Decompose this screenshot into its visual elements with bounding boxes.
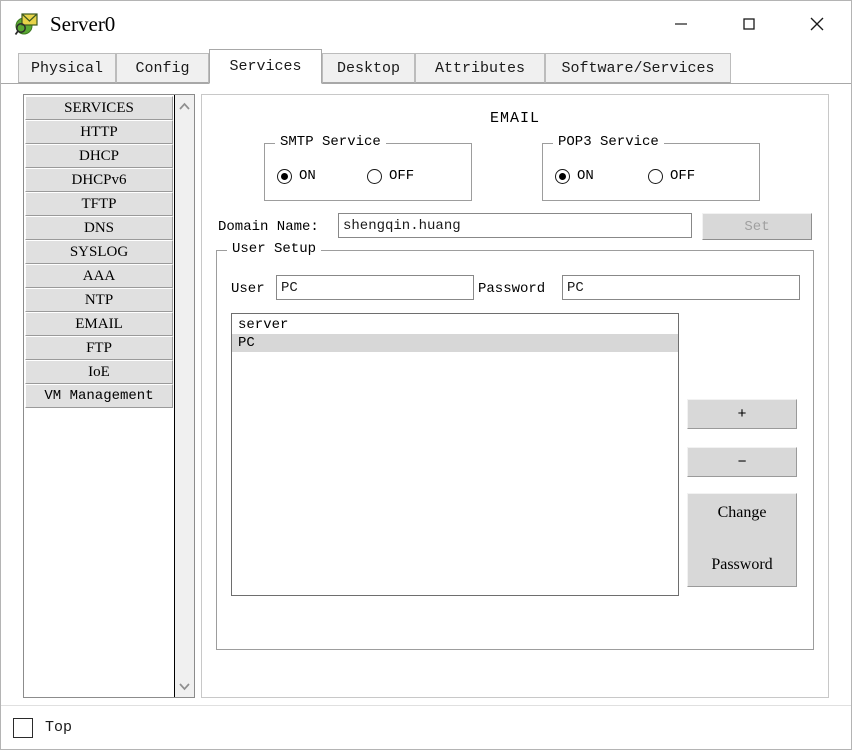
sidebar-item-http[interactable]: HTTP: [25, 120, 173, 144]
server-email-icon: [14, 11, 40, 37]
domain-name-label: Domain Name:: [218, 219, 319, 235]
server-properties-window: Server0 Physical Config Services Desktop…: [0, 0, 852, 750]
smtp-on-radio[interactable]: ON: [277, 168, 316, 184]
sidebar-item-ioe[interactable]: IoE: [25, 360, 173, 384]
smtp-service-group: SMTP Service ON OFF: [264, 134, 472, 201]
user-label: User: [231, 281, 265, 297]
password-label: Password: [478, 281, 546, 297]
list-item[interactable]: server: [232, 316, 678, 334]
tab-attributes[interactable]: Attributes: [415, 53, 545, 83]
top-checkbox-label: Top: [45, 719, 73, 736]
sidebar-item-dhcpv6[interactable]: DHCPv6: [25, 168, 173, 192]
pop3-on-label: ON: [577, 168, 594, 184]
smtp-off-label: OFF: [389, 168, 415, 184]
tab-physical[interactable]: Physical: [18, 53, 116, 83]
sidebar-item-services[interactable]: SERVICES: [25, 96, 173, 120]
scroll-up-icon[interactable]: [175, 95, 194, 117]
set-button[interactable]: Set: [702, 213, 812, 240]
pop3-off-radio[interactable]: OFF: [648, 168, 695, 184]
sidebar-scrollbar[interactable]: [175, 95, 194, 697]
user-input[interactable]: [276, 275, 474, 300]
radio-off-icon[interactable]: [367, 168, 382, 184]
radio-off-icon[interactable]: [648, 168, 663, 184]
sidebar-item-aaa[interactable]: AAA: [25, 264, 173, 288]
tab-software-services[interactable]: Software/Services: [545, 53, 731, 83]
services-sidebar: SERVICES HTTP DHCP DHCPv6 TFTP DNS SYSLO…: [23, 94, 195, 698]
footer-bar: Top: [1, 705, 851, 749]
sidebar-item-dns[interactable]: DNS: [25, 216, 173, 240]
sidebar-item-tftp[interactable]: TFTP: [25, 192, 173, 216]
top-checkbox[interactable]: [13, 717, 33, 738]
domain-name-input[interactable]: [338, 213, 692, 238]
page-title: EMAIL: [489, 110, 540, 127]
window-body: SERVICES HTTP DHCP DHCPv6 TFTP DNS SYSLO…: [1, 84, 851, 705]
minimize-button[interactable]: [647, 1, 715, 47]
change-password-line1: Change: [717, 504, 767, 521]
remove-user-button[interactable]: −: [687, 447, 797, 477]
radio-on-icon[interactable]: [555, 168, 570, 184]
tab-services[interactable]: Services: [209, 49, 322, 84]
sidebar-item-ftp[interactable]: FTP: [25, 336, 173, 360]
user-setup-legend: User Setup: [227, 241, 322, 257]
smtp-on-label: ON: [299, 168, 316, 184]
smtp-off-radio[interactable]: OFF: [367, 168, 414, 184]
user-list[interactable]: server PC: [231, 313, 679, 596]
pop3-service-legend: POP3 Service: [553, 134, 664, 150]
tab-desktop[interactable]: Desktop: [322, 53, 415, 83]
radio-on-icon[interactable]: [277, 168, 292, 184]
pop3-service-group: POP3 Service ON OFF: [542, 134, 760, 201]
pop3-off-label: OFF: [670, 168, 696, 184]
user-setup-group: User Setup User Password server PC + − C…: [216, 241, 814, 650]
change-password-button[interactable]: Change Password: [687, 493, 797, 587]
close-button[interactable]: [783, 1, 851, 47]
smtp-service-legend: SMTP Service: [275, 134, 386, 150]
change-password-line2: Password: [711, 556, 773, 573]
title-bar: Server0: [1, 1, 851, 47]
scroll-down-icon[interactable]: [175, 675, 194, 697]
list-item[interactable]: PC: [232, 334, 678, 352]
pop3-on-radio[interactable]: ON: [555, 168, 594, 184]
window-title: Server0: [50, 11, 116, 36]
sidebar-item-dhcp[interactable]: DHCP: [25, 144, 173, 168]
services-list: SERVICES HTTP DHCP DHCPv6 TFTP DNS SYSLO…: [24, 95, 175, 697]
sidebar-item-email[interactable]: EMAIL: [25, 312, 173, 336]
maximize-button[interactable]: [715, 1, 783, 47]
sidebar-item-vm-management[interactable]: VM Management: [25, 384, 173, 408]
window-controls: [647, 1, 851, 47]
sidebar-item-ntp[interactable]: NTP: [25, 288, 173, 312]
tab-config[interactable]: Config: [116, 53, 209, 83]
tab-bar: Physical Config Services Desktop Attribu…: [1, 47, 851, 84]
sidebar-item-syslog[interactable]: SYSLOG: [25, 240, 173, 264]
email-service-panel: EMAIL SMTP Service ON OFF POP3 Service O…: [201, 94, 829, 698]
add-user-button[interactable]: +: [687, 399, 797, 429]
password-input[interactable]: [562, 275, 800, 300]
